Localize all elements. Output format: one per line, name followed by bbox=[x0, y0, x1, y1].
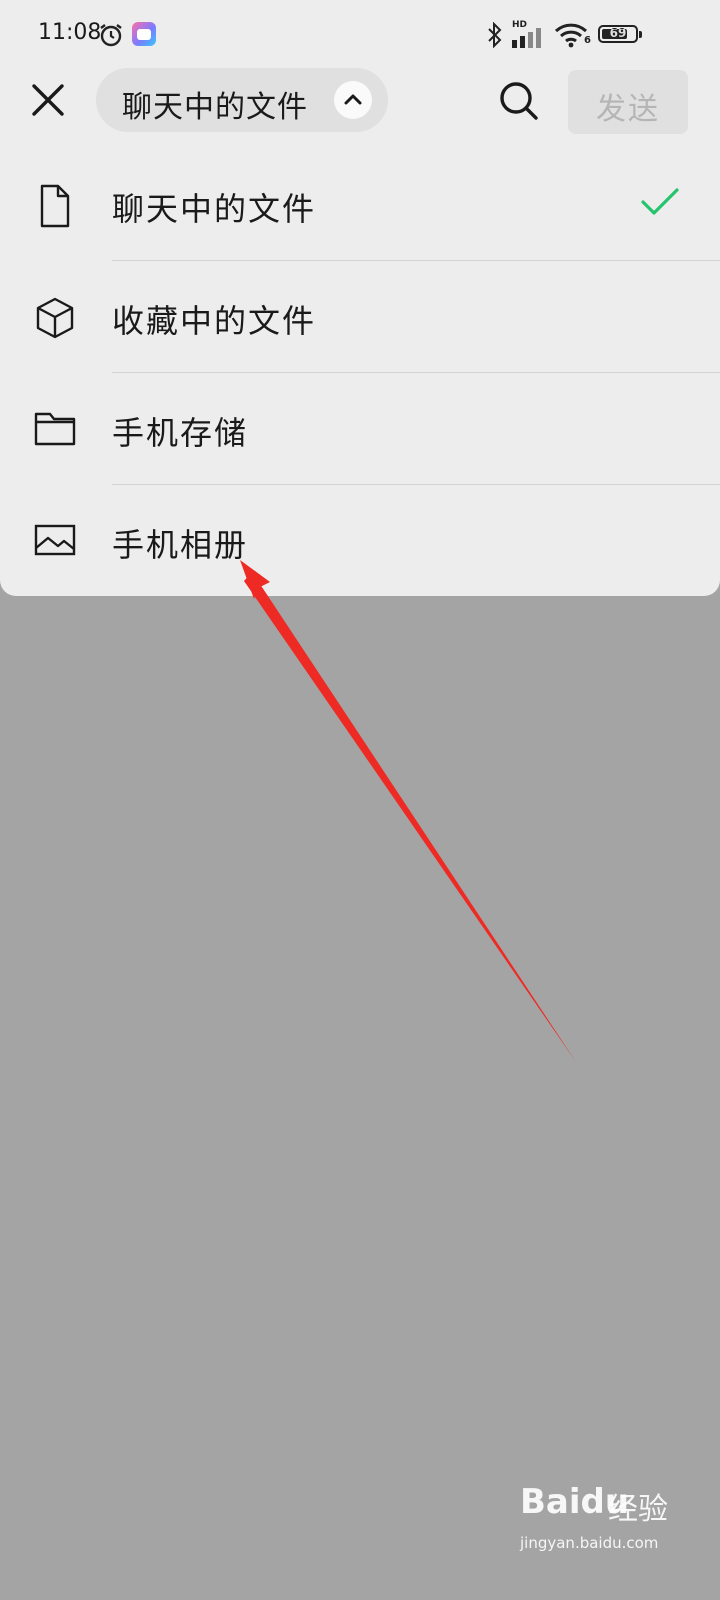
signal-icon bbox=[512, 26, 546, 52]
source-picker-sheet: 11:08 HD 6 69 聊天中的文件 发送 聊天中的文件 收藏中的文件 手机… bbox=[0, 0, 720, 596]
menu-item-label: 收藏中的文件 bbox=[112, 302, 317, 340]
status-bar: 11:08 HD 6 69 bbox=[0, 0, 720, 70]
menu-item-favorite-files[interactable]: 收藏中的文件 bbox=[0, 262, 720, 372]
menu-item-label: 手机相册 bbox=[112, 526, 249, 564]
source-selector[interactable]: 聊天中的文件 bbox=[96, 68, 388, 132]
chevron-up-icon bbox=[334, 81, 372, 119]
gallery-app-icon bbox=[132, 22, 156, 46]
cube-icon bbox=[34, 296, 76, 344]
checkmark-icon bbox=[640, 186, 680, 222]
battery-level: 69 bbox=[609, 26, 627, 40]
close-icon bbox=[32, 84, 64, 116]
search-icon bbox=[500, 82, 538, 120]
status-time: 11:08 bbox=[38, 20, 102, 45]
wifi-sub-label: 6 bbox=[584, 35, 591, 46]
send-button-label: 发送 bbox=[596, 92, 660, 127]
source-selector-label: 聊天中的文件 bbox=[122, 90, 308, 125]
baidu-jingyan-watermark: Baidu 经验 jingyan.baidu.com bbox=[520, 1476, 680, 1576]
send-button[interactable]: 发送 bbox=[568, 70, 688, 134]
menu-item-chat-files[interactable]: 聊天中的文件 bbox=[0, 150, 720, 260]
watermark-jingyan: 经验 bbox=[608, 1492, 668, 1527]
menu-divider bbox=[112, 372, 720, 373]
close-button[interactable] bbox=[28, 80, 68, 120]
image-icon bbox=[34, 520, 76, 564]
menu-divider bbox=[112, 260, 720, 261]
bluetooth-icon bbox=[486, 21, 504, 52]
menu-item-phone-storage[interactable]: 手机存储 bbox=[0, 374, 720, 484]
menu-item-label: 手机存储 bbox=[112, 414, 249, 452]
wifi-icon bbox=[554, 22, 588, 52]
search-button[interactable] bbox=[496, 78, 542, 124]
menu-item-label: 聊天中的文件 bbox=[112, 190, 317, 228]
watermark-url: jingyan.baidu.com bbox=[520, 1534, 659, 1552]
menu-item-phone-album[interactable]: 手机相册 bbox=[0, 486, 720, 596]
folder-icon bbox=[34, 408, 76, 452]
document-icon bbox=[34, 184, 74, 232]
alarm-icon bbox=[98, 22, 124, 52]
menu-divider bbox=[112, 484, 720, 485]
battery-icon: 69 bbox=[598, 25, 642, 43]
